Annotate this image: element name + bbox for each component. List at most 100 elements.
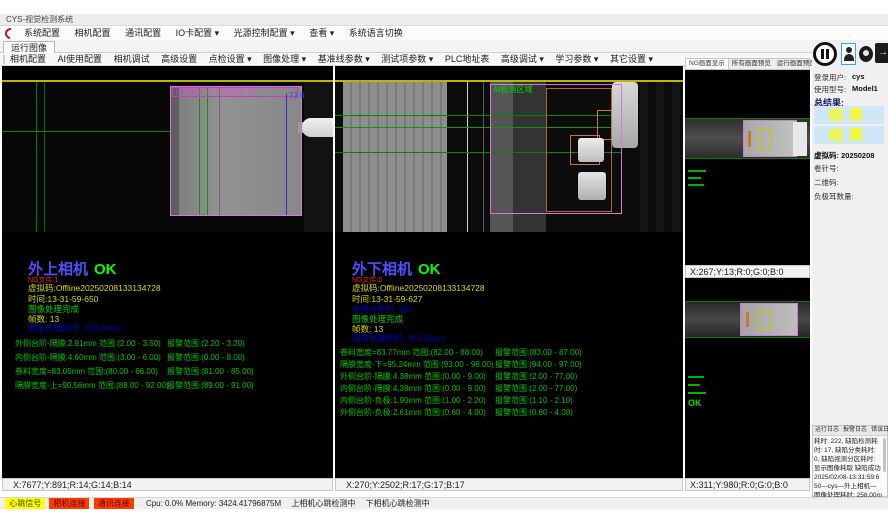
model-label: 使用型号: [814, 84, 846, 95]
tool-advanced-debug[interactable]: 高级调试 ▾ [501, 53, 544, 66]
cell-green-line-1 [199, 87, 200, 215]
pause-button[interactable] [813, 42, 837, 66]
middle-camera-panel: AI检测区域 外下相机OK NG文件:0 虚拟码:Offline20250208… [335, 66, 683, 478]
alarm-range: 报警范围:(89.00 - 91.00) [167, 380, 254, 391]
login-user-label: 登录用户: [814, 72, 846, 83]
alarm-range: 报警范围:(2.20 - 3.20) [167, 338, 245, 349]
menu-language-switch[interactable]: 系统语言切换 [349, 27, 403, 40]
measure-value: 外侧台阶-隔膜:2.91mm 范围:(2.00 - 3.50) [15, 338, 161, 349]
tool-camera-debug[interactable]: 相机调试 [114, 53, 150, 66]
ai-area-label: AI检测区域 [493, 84, 533, 95]
settings-round-button[interactable] [859, 46, 873, 62]
tool-other-settings[interactable]: 其它设置 ▾ [610, 53, 653, 66]
login-user-value: cys [852, 72, 865, 81]
thumb-bottom-statusbar: X:311;Y:980;R:0;G:0;B:0 [685, 478, 810, 491]
thumb-top-anno-3 [688, 184, 704, 186]
camera-link-badge: 相机连接 [49, 498, 89, 509]
log-tab-error[interactable]: 错误日志 [869, 426, 888, 435]
app-statusbar: 心跳信号 相机连接 通讯连接 Cpu: 0.0% Memory: 3424.41… [0, 497, 888, 509]
middle-measure-row-2: 隔膜宽度-下=95.24mm 范围:(93.00 - 98.00) 报警范围:(… [335, 359, 683, 370]
dim-vline [483, 82, 484, 232]
left-camera-image[interactable]: 计算阈值:93, 动态阈值:100 73.66 [2, 82, 333, 232]
upper-camera-heartbeat-text: 上相机心跳检测中 [291, 498, 355, 509]
toolbar-grip[interactable] [3, 55, 5, 64]
thumb-top-yellow-rect [758, 129, 772, 149]
left-measure-row-4: 隔膜宽度-上=90.56mm 范围:(88.00 - 92.00) 报警范围:(… [2, 380, 333, 391]
menu-system-config[interactable]: 系统配置 [24, 27, 60, 40]
log-scrollbar[interactable] [883, 438, 886, 472]
alarm-range: 报警范围:(0.60 - 4.00) [495, 407, 573, 418]
tool-spot-check[interactable]: 点检设置 ▾ [209, 53, 252, 66]
tab-all-preview[interactable]: 所有画面预览 [729, 59, 774, 69]
middle-measure-row-1: 卷料宽度=83.77mm 范围:(82.00 - 88.00) 报警范围:(83… [335, 347, 683, 358]
tool-image-processing[interactable]: 图像处理 ▾ [263, 53, 306, 66]
thumb-top-statusbar: X:267;Y:13;R:0;G:0;B:0 [685, 265, 810, 278]
thumb-bottom-panel[interactable]: OK [685, 278, 810, 478]
measure-blue-line [286, 94, 287, 215]
left-elapsed: 图像处理耗时: 258.00ms [28, 322, 121, 334]
log-text: 耗时: 222, 缺陷检测耗时: 17, 缺陷分类耗时: 0, 缺陷视测分区耗时… [814, 437, 882, 497]
measure-value: 卷料宽度=83.05mm 范围:(80.00 - 86.00) [15, 366, 158, 377]
tab-ng-display[interactable]: NG画面显示 [686, 59, 729, 69]
thumb-top-orange-mark [748, 131, 751, 147]
user-icon [846, 47, 852, 53]
thumb-top-panel[interactable] [685, 70, 810, 265]
left-measure-row-2: 内侧台阶-隔膜:4.60mm 范围:(3.00 - 6.00) 报警范围:(0.… [2, 352, 333, 363]
thumb-top-anno-2 [688, 177, 701, 179]
tool-camera-config[interactable]: 相机配置 [10, 53, 46, 66]
cell-region [170, 86, 302, 216]
menu-bar: 系统配置 相机配置 通讯配置 IO卡配置 ▾ 光源控制配置 ▾ 查看 ▾ 系统语… [0, 27, 888, 40]
tool-test-params[interactable]: 测试项参数 ▾ [381, 53, 433, 66]
measure-value: 隔膜宽度-下=95.24mm 范围:(93.00 - 98.00) [340, 359, 494, 370]
thumb-top-part [743, 120, 797, 157]
tool-baseline-params[interactable]: 基准线参数 ▾ [318, 53, 370, 66]
right-stripe-zone [640, 82, 683, 232]
thumb-bottom-ok-label: OK [688, 398, 702, 408]
negative-tab-count-label: 负极耳数量: [814, 191, 854, 202]
lower-camera-heartbeat-text: 下相机心跳检测中 [366, 498, 430, 509]
log-tab-alarm[interactable]: 报警日志 [841, 426, 869, 435]
gripper-arm [302, 118, 333, 137]
alarm-range: 报警范围:(1.10 - 2.10) [495, 395, 573, 406]
log-tab-run[interactable]: 运行日志 [813, 426, 841, 435]
tool-ai-config[interactable]: AI使用配置 [58, 53, 103, 66]
middle-measure-row-5: 内侧台阶-负极:1.90mm 范围:(1.00 - 2.20) 报警范围:(1.… [335, 395, 683, 406]
menu-camera-config[interactable]: 相机配置 [75, 27, 111, 40]
thumbnail-tab-strip: NG画面显示所有画面预览运行画面预览 [685, 58, 810, 70]
app-logo-icon [3, 26, 18, 41]
qr-code-label: 二维码: [814, 177, 839, 188]
left-camera-panel: 计算阈值:93, 动态阈值:100 73.66 外上相机OK NG文件:1 虚拟… [2, 66, 333, 478]
control-panel: → 登录用户: cys 使用型号: Model1 总结果: 结果 结果 虚拟码:… [812, 40, 888, 497]
model-value: Model1 [852, 84, 878, 93]
cpu-memory-text: Cpu: 0.0% Memory: 3424.41796875M [146, 498, 281, 509]
menu-view[interactable]: 查看 ▾ [309, 27, 334, 40]
tool-plc-address[interactable]: PLC地址表 [445, 53, 490, 66]
alarm-range: 报警范围:(83.00 - 87.00) [495, 347, 582, 358]
virtual-code: 虚拟码: 20250208 [814, 150, 874, 161]
tool-advanced-settings[interactable]: 高级设置 [161, 53, 197, 66]
thumb-bottom-anno-2 [688, 384, 700, 386]
middle-measure-row-3: 外侧台阶-隔膜:4.38mm 范围:(0.00 - 9.00) 报警范围:(2.… [335, 371, 683, 382]
measure-value: 内侧台阶-隔膜:4.60mm 范围:(3.00 - 6.00) [15, 352, 161, 363]
menu-io-config[interactable]: IO卡配置 ▾ [176, 27, 220, 40]
menu-light-config[interactable]: 光源控制配置 ▾ [234, 27, 295, 40]
bright-blob-2 [578, 172, 606, 200]
middle-measure-row-4: 内侧台阶-隔膜:4.38mm 范围:(0.00 - 9.00) 报警范围:(2.… [335, 383, 683, 394]
machinery-panel [343, 82, 447, 232]
thumb-bottom-anno-1 [688, 376, 704, 378]
exit-button[interactable]: → [875, 43, 888, 63]
thumb-top-anno-1 [688, 170, 706, 172]
middle-camera-image[interactable]: AI检测区域 [335, 82, 683, 232]
tool-learning-params[interactable]: 学习参数 ▾ [555, 53, 598, 66]
log-tab-strip: 运行日志报警日志错误日志 [813, 426, 887, 436]
bright-vline [467, 82, 468, 232]
exit-arrow-icon: → [878, 46, 888, 60]
threshold-overlay-label: 计算阈值:93, 动态阈值:100 [172, 87, 298, 97]
user-login-button[interactable] [841, 43, 856, 65]
menu-comm-config[interactable]: 通讯配置 [125, 27, 161, 40]
alarm-range: 报警范围:(81.00 - 85.00) [167, 366, 254, 377]
measure-value: 内侧台阶-隔膜:4.38mm 范围:(0.00 - 9.00) [340, 383, 486, 394]
measure-value: 卷料宽度=83.77mm 范围:(82.00 - 88.00) [340, 347, 483, 358]
left-green-vline-1 [36, 82, 37, 232]
middle-measure-row-6: 外侧台阶-负极:2.61mm 范围:(0.60 - 4.00) 报警范围:(0.… [335, 407, 683, 418]
